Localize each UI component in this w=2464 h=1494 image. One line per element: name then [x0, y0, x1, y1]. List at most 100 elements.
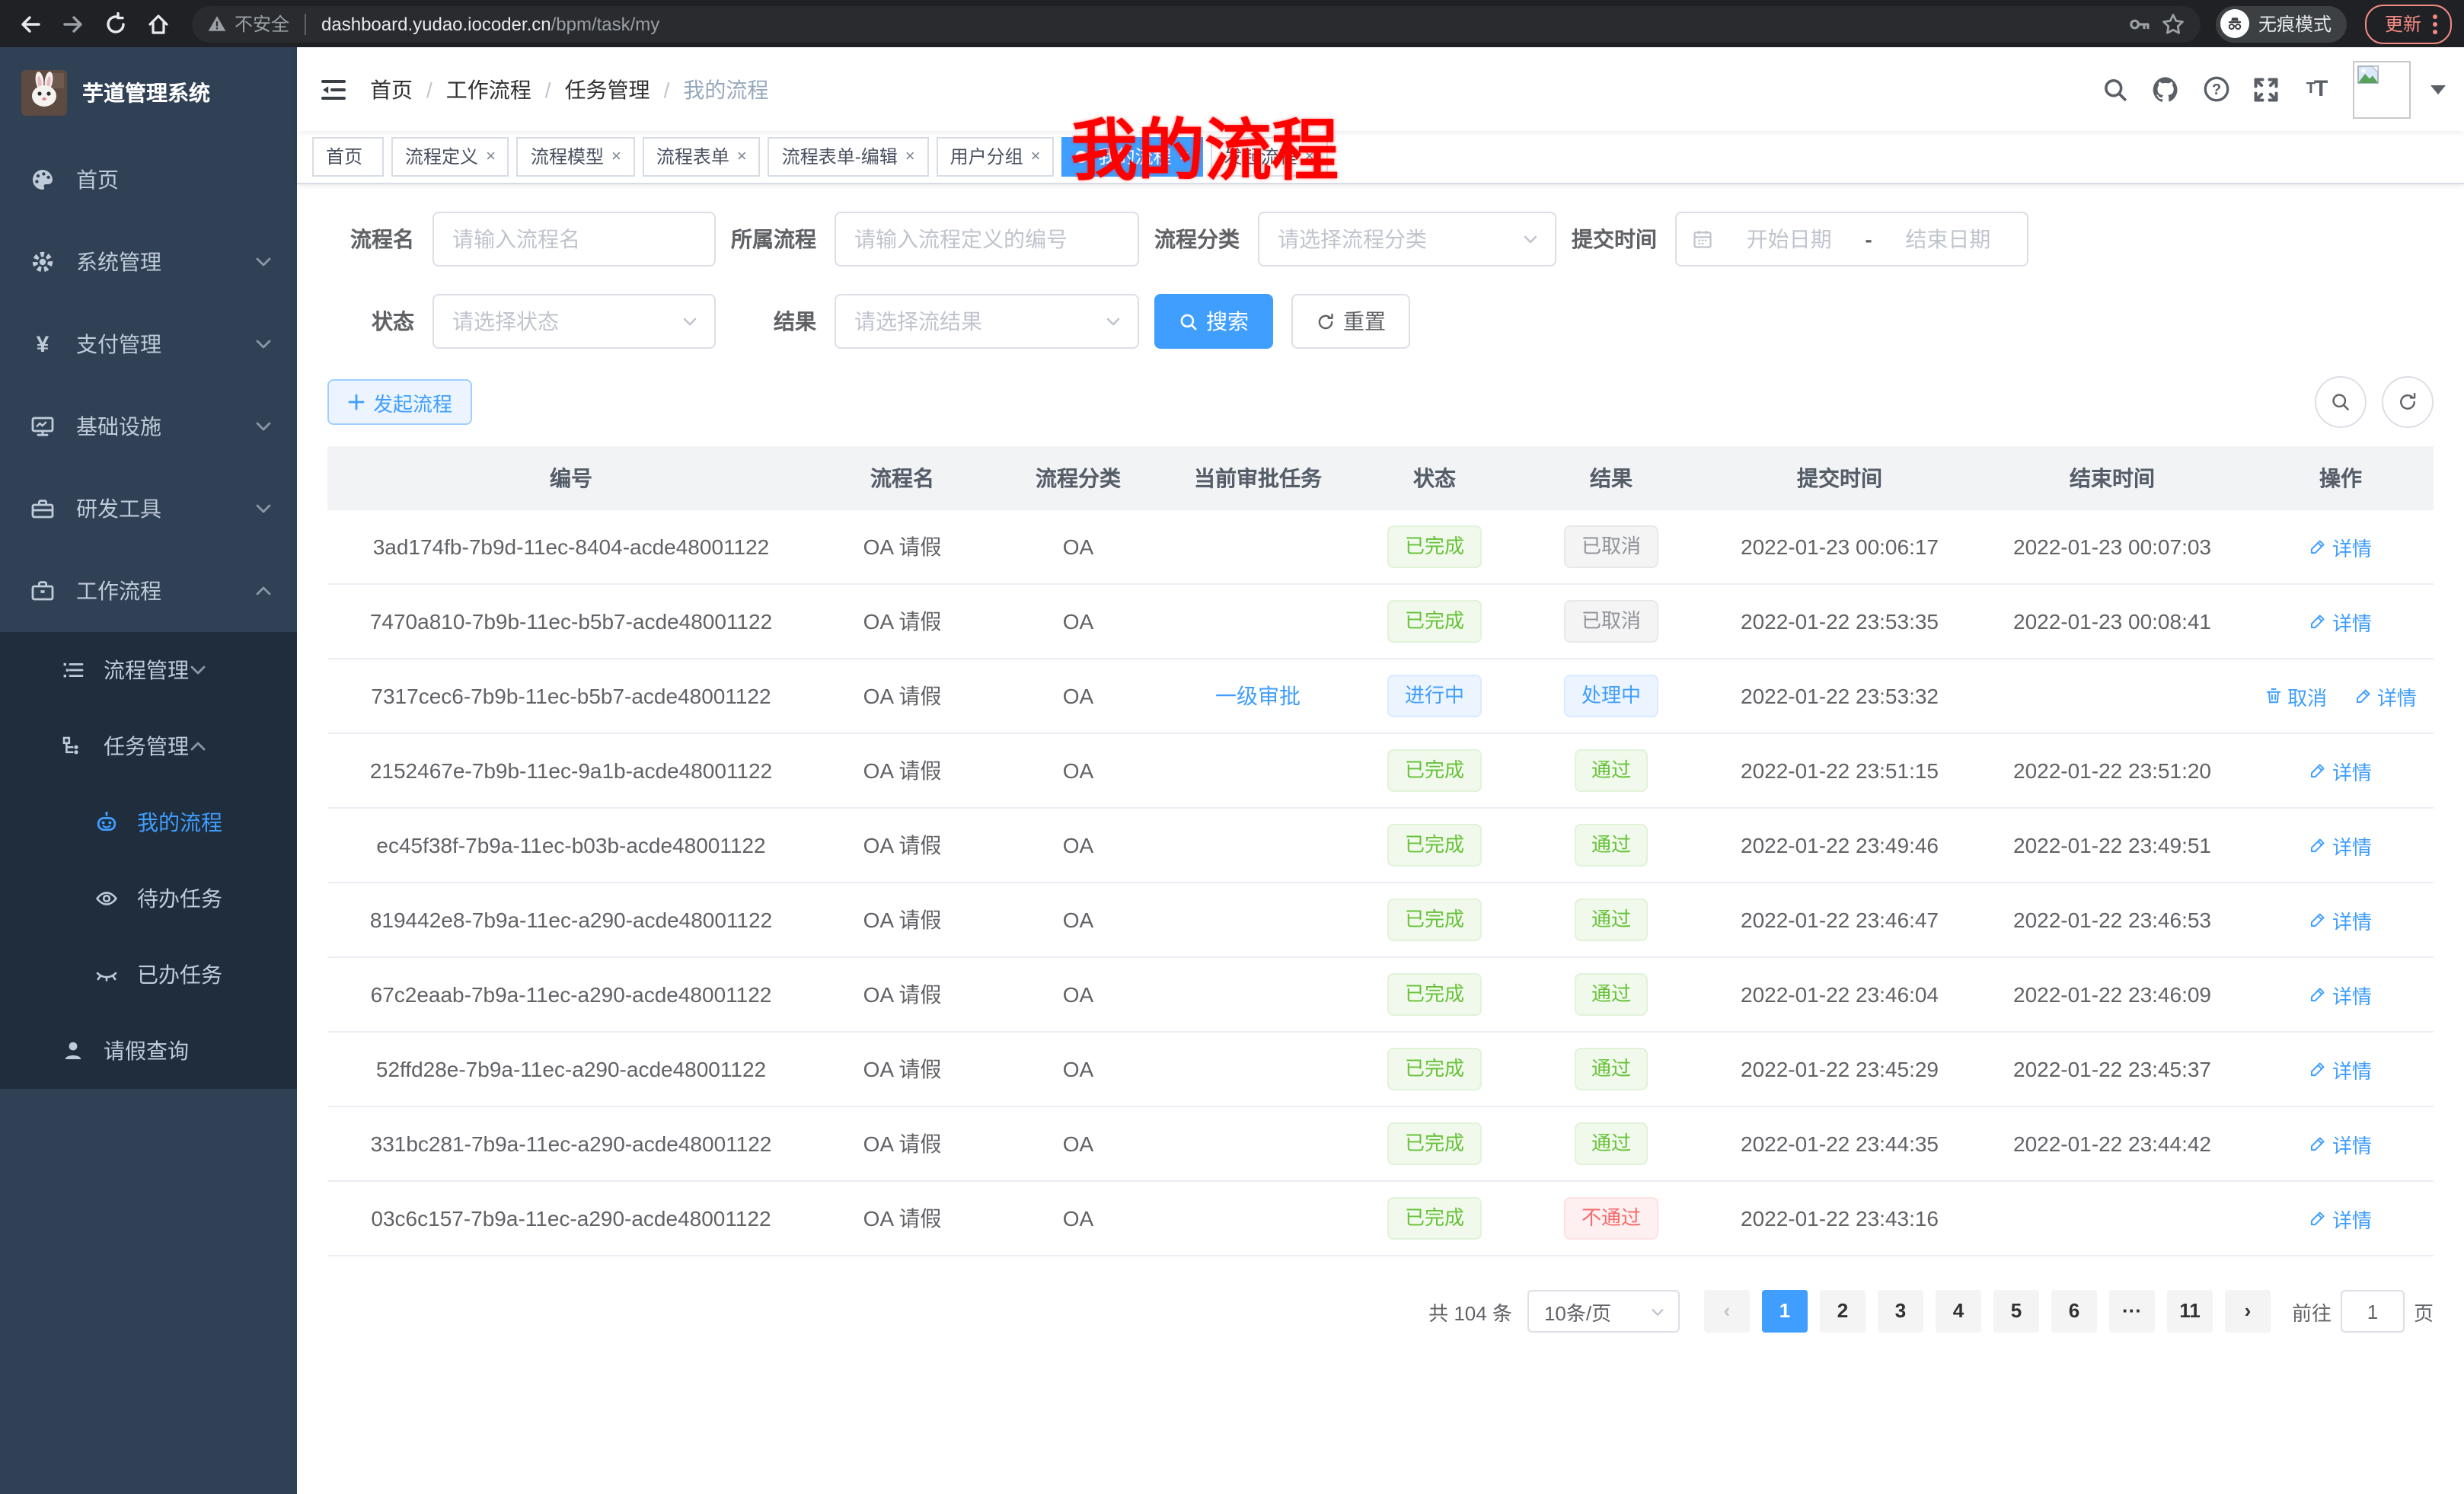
github-icon[interactable]	[2146, 69, 2185, 109]
prev-page-button[interactable]: ‹	[1704, 1290, 1750, 1333]
page-number-button[interactable]: 6	[2051, 1290, 2097, 1333]
view-tab[interactable]: 用户分组 ×	[937, 137, 1055, 177]
address-bar[interactable]: 不安全 dashboard.yudao.iocoder.cn/bpm/task/…	[192, 5, 2201, 42]
cell-status: 已完成	[1349, 584, 1520, 659]
tab-close-icon[interactable]: ×	[905, 148, 915, 165]
browser-menu-icon[interactable]	[2432, 11, 2438, 36]
tab-close-icon[interactable]: ×	[611, 148, 621, 165]
sidebar-item-task-mgmt[interactable]: 任务管理	[0, 708, 297, 784]
bookmark-star-icon[interactable]	[2161, 11, 2185, 36]
submit-time-range-picker[interactable]: 开始日期 - 结束日期	[1675, 212, 2028, 267]
browser-reload-button[interactable]	[97, 5, 134, 42]
view-tab[interactable]: 流程表单 ×	[643, 137, 761, 177]
page-number-button[interactable]: 5	[1993, 1290, 2039, 1333]
view-tab[interactable]: 流程模型 ×	[517, 137, 635, 177]
detail-link[interactable]: 详情	[2309, 831, 2372, 860]
password-key-icon[interactable]	[2127, 11, 2152, 36]
tab-close-icon[interactable]: ×	[1304, 148, 1314, 165]
tab-label: 首页	[326, 139, 362, 175]
tab-close-icon[interactable]: ×	[1031, 148, 1041, 165]
avatar-caret-icon[interactable]	[2430, 85, 2446, 94]
detail-link[interactable]: 详情	[2354, 682, 2417, 710]
category-select[interactable]: 请选择流程分类	[1258, 212, 1556, 267]
browser-back-button[interactable]	[12, 5, 49, 42]
tab-close-icon[interactable]: ×	[737, 148, 747, 165]
sidebar-item-workflow[interactable]: 工作流程	[0, 550, 297, 632]
detail-link[interactable]: 详情	[2309, 1055, 2372, 1084]
sidebar-item-todo-task[interactable]: 待办任务	[0, 860, 297, 937]
sidebar-item-process-mgmt[interactable]: 流程管理	[0, 632, 297, 708]
detail-link[interactable]: 详情	[2309, 532, 2372, 561]
page-number-button[interactable]: 3	[1878, 1290, 1923, 1333]
app-logo[interactable]: 芋道管理系统	[0, 47, 297, 139]
font-size-icon[interactable]: TT	[2296, 69, 2336, 109]
process-definition-input[interactable]	[835, 212, 1139, 267]
breadcrumb-workflow[interactable]: 工作流程	[446, 74, 531, 104]
page-number-button[interactable]: 11	[2167, 1290, 2213, 1333]
sidebar-item-payment[interactable]: ¥ 支付管理	[0, 303, 297, 385]
page-number-button[interactable]: ···	[2109, 1290, 2155, 1333]
view-tab[interactable]: 发起流程 ×	[1210, 137, 1328, 177]
table-row: 52ffd28e-7b9a-11ec-a290-acde48001122 OA …	[327, 1032, 2434, 1106]
trash-icon	[2265, 687, 2283, 705]
result-badge: 通过	[1575, 749, 1648, 792]
view-tab[interactable]: 首页	[312, 137, 384, 177]
page-number-button[interactable]: 2	[1820, 1290, 1866, 1333]
tab-close-icon[interactable]: ×	[486, 148, 496, 165]
search-button[interactable]: 搜索	[1154, 294, 1273, 349]
task-link[interactable]: 一级审批	[1215, 684, 1301, 708]
browser-forward-button[interactable]	[55, 5, 91, 42]
tab-label: 发起流程	[1224, 139, 1297, 175]
detail-link[interactable]: 详情	[2309, 756, 2372, 785]
cell-status: 已完成	[1349, 1181, 1520, 1256]
detail-link[interactable]: 详情	[2309, 980, 2372, 1009]
edit-icon	[2309, 1060, 2328, 1078]
gear-icon	[30, 250, 55, 274]
reset-button[interactable]: 重置	[1291, 294, 1410, 349]
next-page-button[interactable]: ›	[2225, 1290, 2271, 1333]
sidebar-item-devtools[interactable]: 研发工具	[0, 468, 297, 550]
table-refresh-button[interactable]	[2382, 376, 2434, 428]
sidebar-item-my-process[interactable]: 我的流程	[0, 784, 297, 860]
tab-close-icon[interactable]: ×	[1179, 148, 1189, 165]
detail-link[interactable]: 详情	[2309, 1129, 2372, 1158]
page-number-button[interactable]: 4	[1936, 1290, 1981, 1333]
breadcrumb-task-mgmt[interactable]: 任务管理	[565, 74, 650, 104]
browser-update-button[interactable]: 更新	[2365, 4, 2452, 43]
sidebar-item-done-task[interactable]: 已办任务	[0, 937, 297, 1013]
avatar[interactable]	[2353, 60, 2411, 118]
table-search-toggle[interactable]	[2315, 376, 2367, 428]
sidebar-toggle[interactable]	[318, 74, 349, 104]
cell-id: 03c6c157-7b9a-11ec-a290-acde48001122	[327, 1181, 815, 1256]
sidebar-item-system[interactable]: 系统管理	[0, 221, 297, 303]
page-size-select[interactable]: 10条/页	[1527, 1290, 1680, 1333]
view-tab[interactable]: 流程表单-编辑 ×	[768, 137, 929, 177]
sidebar-item-label: 待办任务	[137, 883, 222, 914]
status-select[interactable]: 请选择状态	[432, 294, 716, 349]
detail-link[interactable]: 详情	[2309, 607, 2372, 636]
security-warning[interactable]: 不安全	[207, 11, 289, 37]
goto-page-input[interactable]	[2341, 1290, 2405, 1333]
fullscreen-icon[interactable]	[2246, 69, 2286, 109]
breadcrumb-home[interactable]: 首页	[370, 74, 413, 104]
table-row: 819442e8-7b9a-11ec-a290-acde48001122 OA …	[327, 883, 2434, 957]
result-select[interactable]: 请选择流结果	[835, 294, 1139, 349]
monitor-icon	[30, 414, 55, 439]
create-process-button[interactable]: 发起流程	[327, 379, 472, 425]
browser-home-button[interactable]	[140, 5, 177, 42]
sidebar-item-home[interactable]: 首页	[0, 139, 297, 221]
edit-icon	[2354, 687, 2373, 705]
status-badge: 已完成	[1388, 1048, 1481, 1090]
detail-link[interactable]: 详情	[2309, 1204, 2372, 1233]
process-name-input[interactable]	[432, 212, 716, 267]
view-tab[interactable]: 流程定义 ×	[391, 137, 509, 177]
cell-task	[1167, 1106, 1349, 1181]
page-number-button[interactable]: 1	[1762, 1290, 1808, 1333]
sidebar-item-leave-query[interactable]: 请假查询	[0, 1013, 297, 1089]
cancel-link[interactable]: 取消	[2265, 682, 2327, 710]
help-icon[interactable]: ?	[2196, 69, 2236, 109]
sidebar-item-infra[interactable]: 基础设施	[0, 385, 297, 468]
view-tab[interactable]: 我的流程 ×	[1062, 137, 1203, 177]
detail-link[interactable]: 详情	[2309, 905, 2372, 934]
header-search-icon[interactable]	[2095, 69, 2135, 109]
